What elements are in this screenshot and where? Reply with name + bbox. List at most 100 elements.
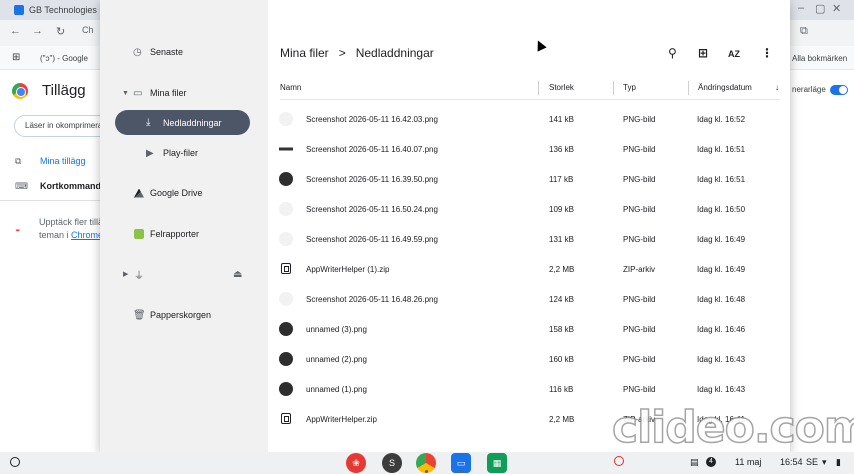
sort-arrow-icon: ↓ — [775, 83, 779, 92]
file-type: PNG-bild — [623, 355, 656, 364]
file-type-icon — [279, 322, 293, 336]
screen-record-icon[interactable] — [614, 456, 624, 466]
time-label[interactable]: 16:54 — [780, 457, 803, 467]
file-type: PNG-bild — [623, 295, 656, 304]
back-icon[interactable]: ← — [10, 25, 21, 37]
webstore-link[interactable]: Chrome — [71, 230, 103, 240]
all-bookmarks[interactable]: Alla bokmärken — [792, 54, 847, 63]
notification-badge[interactable]: 4 — [706, 457, 716, 467]
breadcrumb-downloads[interactable]: Nedladdningar — [356, 46, 434, 60]
file-modified: Idag kl. 16:51 — [697, 145, 746, 154]
table-row[interactable]: Screenshot 2026-05-11 16.39.50.png 117 kB… — [268, 164, 790, 194]
search-icon[interactable]: ⚲ — [668, 46, 677, 60]
maximize-icon[interactable]: ▢ — [815, 2, 825, 15]
file-size: 124 kB — [549, 295, 574, 304]
more-options-icon[interactable]: ⋮ — [761, 46, 773, 60]
minimize-icon[interactable]: – — [798, 2, 804, 14]
column-name[interactable]: Namn — [280, 83, 301, 92]
sidebar-item-my-files[interactable]: ▼ ▭ Mina filer — [100, 80, 268, 106]
file-type: PNG-bild — [623, 175, 656, 184]
apps-grid-icon[interactable]: ⊞ — [12, 52, 20, 63]
running-indicator — [460, 470, 463, 473]
app-icon-red[interactable]: ❀ — [346, 453, 366, 473]
trash-icon: 🗑 — [133, 309, 146, 321]
file-type: PNG-bild — [623, 325, 656, 334]
sidebar-item-usb[interactable]: ▶ ⏚ ⏏ — [100, 261, 268, 287]
file-modified: Idag kl. 16:49 — [697, 265, 746, 274]
extensions-icon: ⧉ — [15, 156, 22, 166]
file-modified: Idag kl. 16:43 — [697, 385, 746, 394]
close-icon[interactable]: ✕ — [832, 2, 841, 15]
file-type-icon — [281, 263, 291, 274]
extensions-puzzle-icon[interactable]: ⧉ — [800, 25, 808, 38]
file-type-icon — [279, 202, 293, 216]
table-row[interactable]: Screenshot 2026-05-11 16.48.26.png 124 kB… — [268, 284, 790, 314]
column-header: Namn Storlek Typ Ändringsdatum ↓ — [280, 76, 780, 100]
file-name: unnamed (3).png — [306, 325, 367, 334]
chrome-logo-icon — [12, 83, 28, 99]
eject-icon[interactable]: ⏏ — [233, 269, 242, 280]
search-input[interactable]: Läser in okomprimera — [14, 115, 114, 137]
divider — [0, 200, 104, 201]
clipboard-icon[interactable]: ▤ — [690, 457, 699, 468]
table-row[interactable]: Screenshot 2026-05-11 16.40.07.png 136 kB… — [268, 134, 790, 164]
file-size: 131 kB — [549, 235, 574, 244]
nav-my-extensions[interactable]: Mina tillägg — [40, 156, 86, 166]
computer-icon: ▭ — [133, 87, 143, 99]
bookmark-item[interactable]: ("ↄ") - Google — [40, 54, 88, 63]
file-size: 109 kB — [549, 205, 574, 214]
date-label[interactable]: 11 maj — [735, 457, 761, 467]
column-size[interactable]: Storlek — [549, 83, 574, 92]
grid-view-icon[interactable]: ⊞ — [698, 46, 708, 60]
files-app-window: ◷ Senaste ▼ ▭ Mina filer ⤓ Nedladdningar… — [100, 0, 790, 452]
wifi-icon[interactable]: ▾ — [822, 457, 827, 468]
discover-text: Upptäck fler tillä teman i Chrome — [39, 217, 104, 240]
keyboard-icon: ⌨ — [15, 181, 28, 191]
sidebar-item-play-files[interactable]: ▶ Play-filer — [100, 140, 268, 166]
sidebar-item-recent[interactable]: ◷ Senaste — [100, 39, 268, 65]
file-name: Screenshot 2026-05-11 16.40.07.png — [306, 145, 438, 154]
table-row[interactable]: unnamed (2).png 160 kB PNG-bild Idag kl. 16… — [268, 344, 790, 374]
sidebar-item-trash[interactable]: 🗑 Papperskorgen — [100, 302, 268, 328]
chevron-down-icon[interactable]: ▼ — [122, 90, 129, 97]
sidebar-item-google-drive[interactable]: Google Drive — [100, 180, 268, 206]
launcher-icon[interactable] — [10, 457, 20, 467]
breadcrumb-separator: > — [338, 46, 346, 60]
reload-icon[interactable]: ↻ — [56, 25, 65, 38]
chevron-right-icon[interactable]: ▶ — [123, 270, 128, 278]
clock-icon: ◷ — [133, 46, 142, 58]
sort-button[interactable]: AZ — [728, 49, 740, 59]
battery-icon[interactable]: ▮ — [836, 457, 841, 468]
sidebar-item-feedback[interactable]: Felrapporter — [100, 221, 268, 247]
table-row[interactable]: Screenshot 2026-05-11 16.42.03.png 141 kB… — [268, 104, 790, 134]
column-divider[interactable] — [538, 81, 539, 95]
file-type-icon — [279, 352, 293, 366]
file-name: Screenshot 2026-05-11 16.48.26.png — [306, 295, 438, 304]
table-row[interactable]: AppWriterHelper (1).zip 2,2 MB ZIP-arkiv Id… — [268, 254, 790, 284]
breadcrumb-my-files[interactable]: Mina filer — [280, 46, 329, 60]
column-modified[interactable]: Ändringsdatum — [698, 83, 752, 92]
sidebar-item-downloads[interactable]: ⤓ Nedladdningar — [115, 110, 250, 135]
table-row[interactable]: unnamed (1).png 116 kB PNG-bild Idag kl. 16… — [268, 374, 790, 404]
file-type-icon — [281, 413, 291, 424]
tab-title: GB Technologies — [29, 5, 97, 15]
file-modified: Idag kl. 16:46 — [697, 325, 746, 334]
forward-icon[interactable]: → — [32, 25, 43, 37]
file-name: Screenshot 2026-05-11 16.42.03.png — [306, 115, 438, 124]
file-type-icon — [279, 382, 293, 396]
locale-label[interactable]: SE — [806, 457, 818, 467]
table-row[interactable]: unnamed (3).png 158 kB PNG-bild Idag kl. 16… — [268, 314, 790, 344]
app-icon-s[interactable]: S — [382, 453, 402, 473]
tab-favicon-icon — [14, 5, 24, 15]
developer-mode-toggle[interactable] — [830, 85, 848, 95]
file-size: 2,2 MB — [549, 415, 575, 424]
column-divider[interactable] — [688, 81, 689, 95]
table-row[interactable]: Screenshot 2026-05-11 16.50.24.png 109 kB… — [268, 194, 790, 224]
sheets-app-icon[interactable]: ▦ — [487, 453, 507, 473]
file-size: 2,2 MB — [549, 265, 575, 274]
column-divider[interactable] — [613, 81, 614, 95]
chrome-tab[interactable]: GB Technologies — [14, 1, 97, 19]
column-type[interactable]: Typ — [623, 83, 636, 92]
usb-icon: ⏚ — [134, 270, 144, 282]
table-row[interactable]: Screenshot 2026-05-11 16.49.59.png 131 kB… — [268, 224, 790, 254]
